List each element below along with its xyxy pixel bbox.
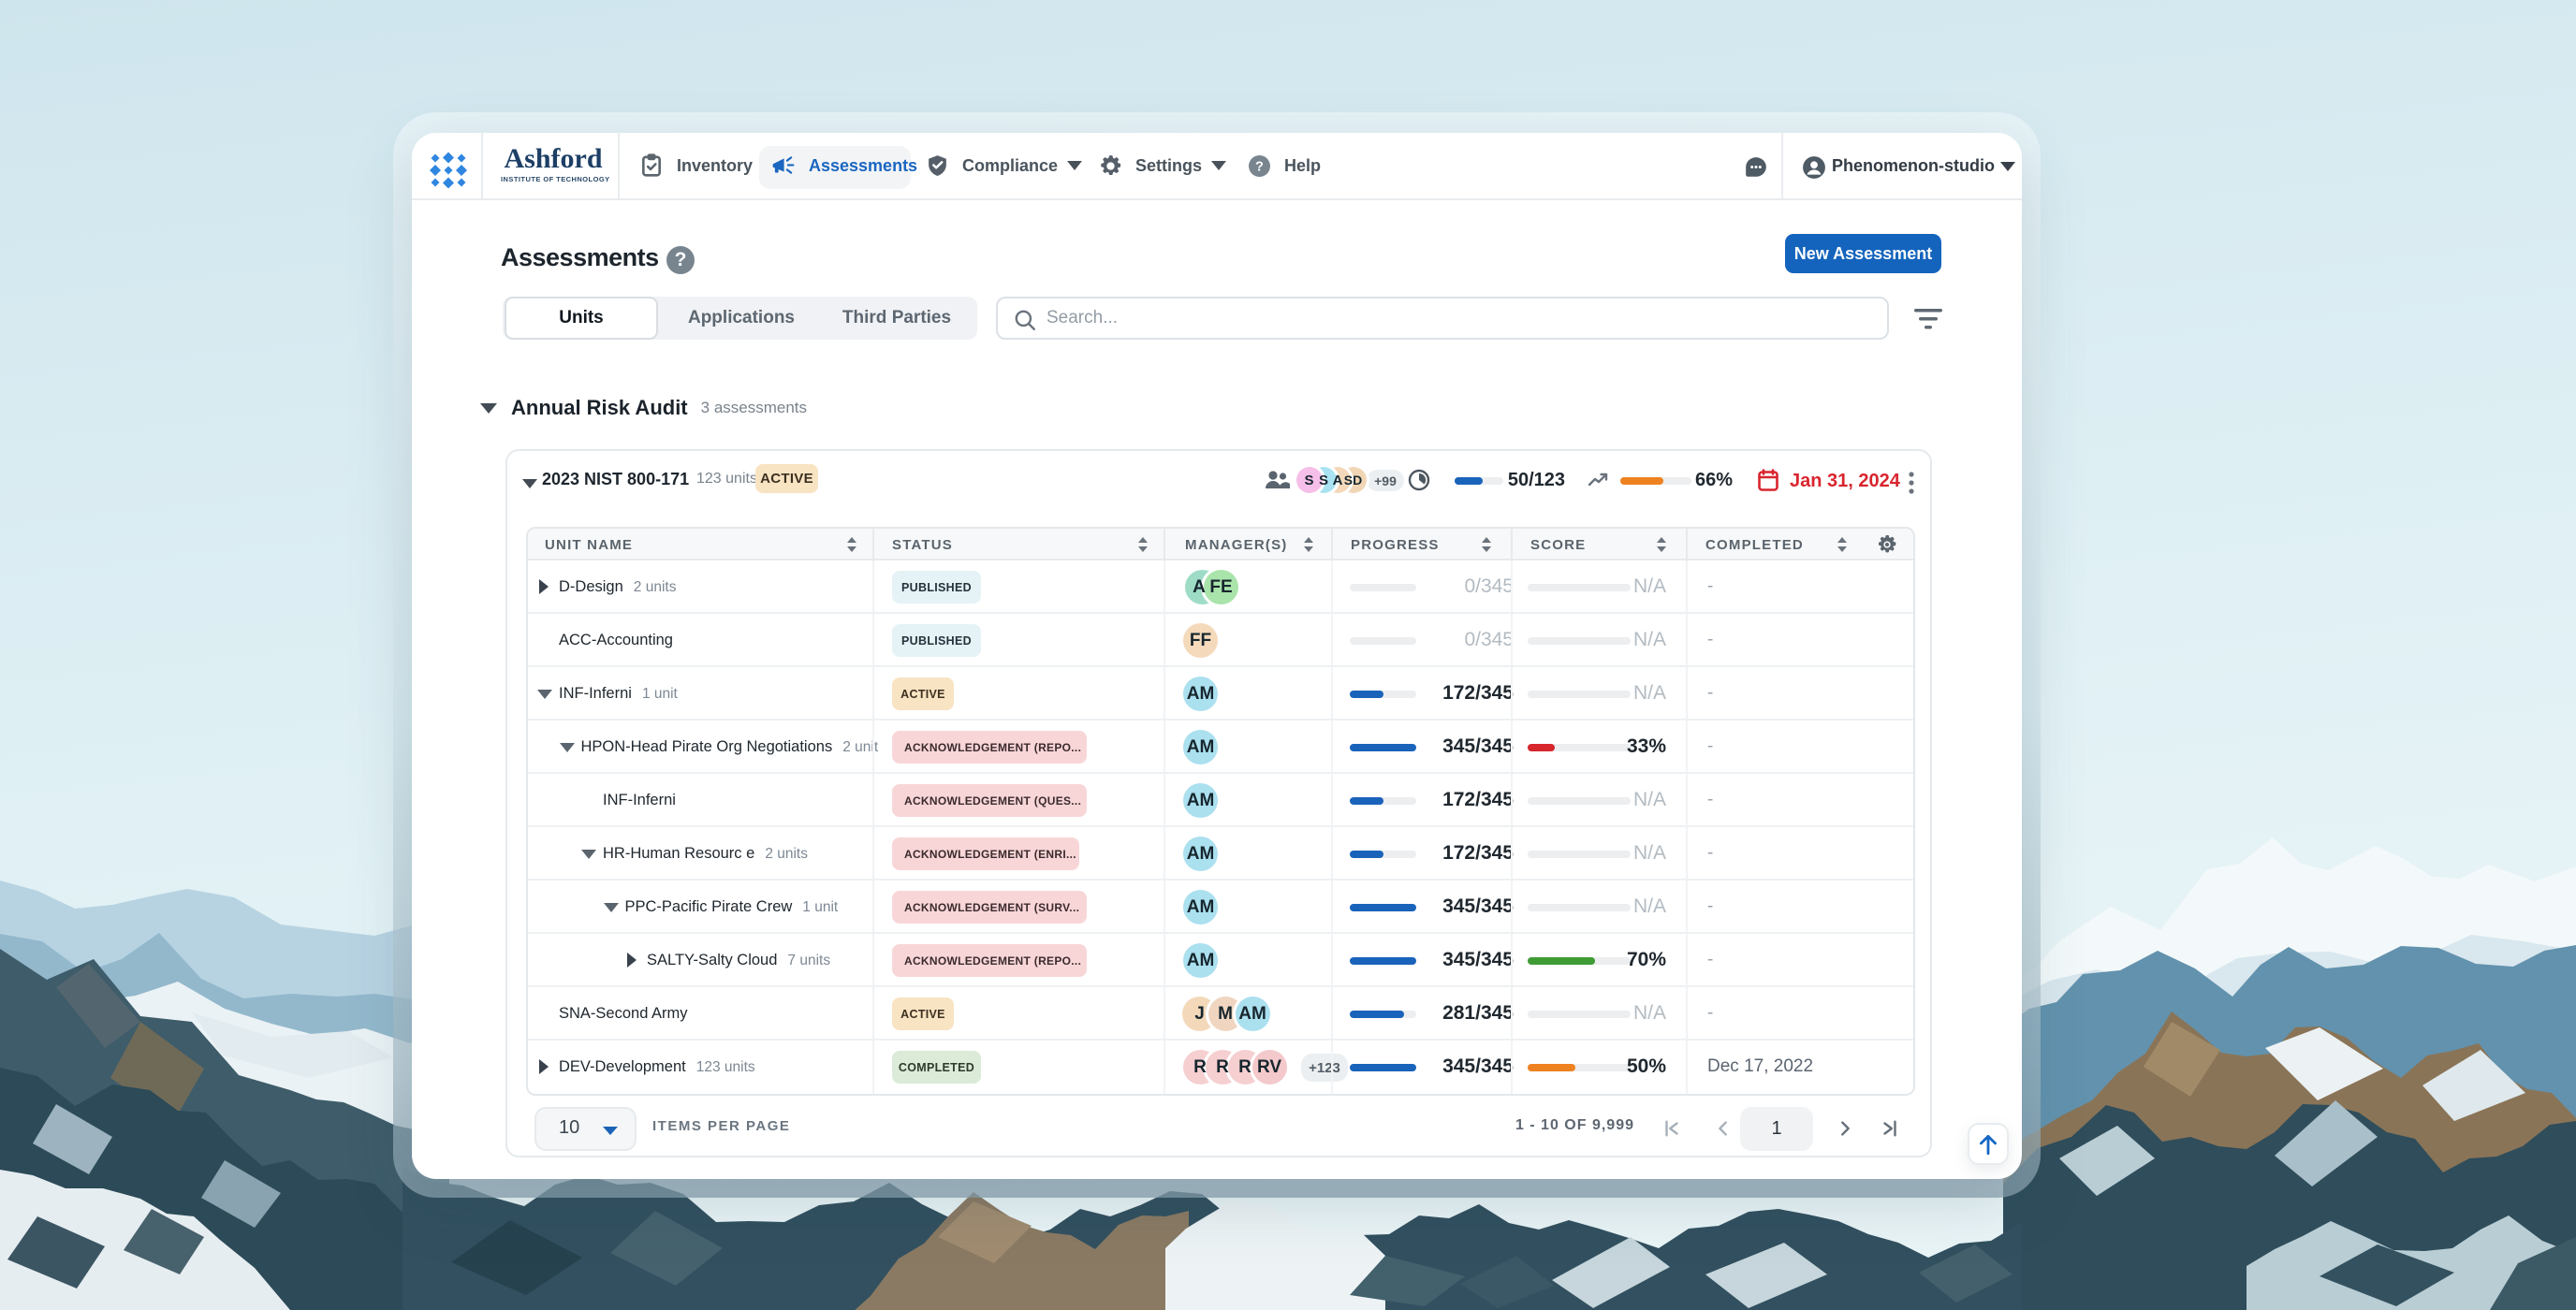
svg-text:?: ? <box>1255 159 1264 174</box>
